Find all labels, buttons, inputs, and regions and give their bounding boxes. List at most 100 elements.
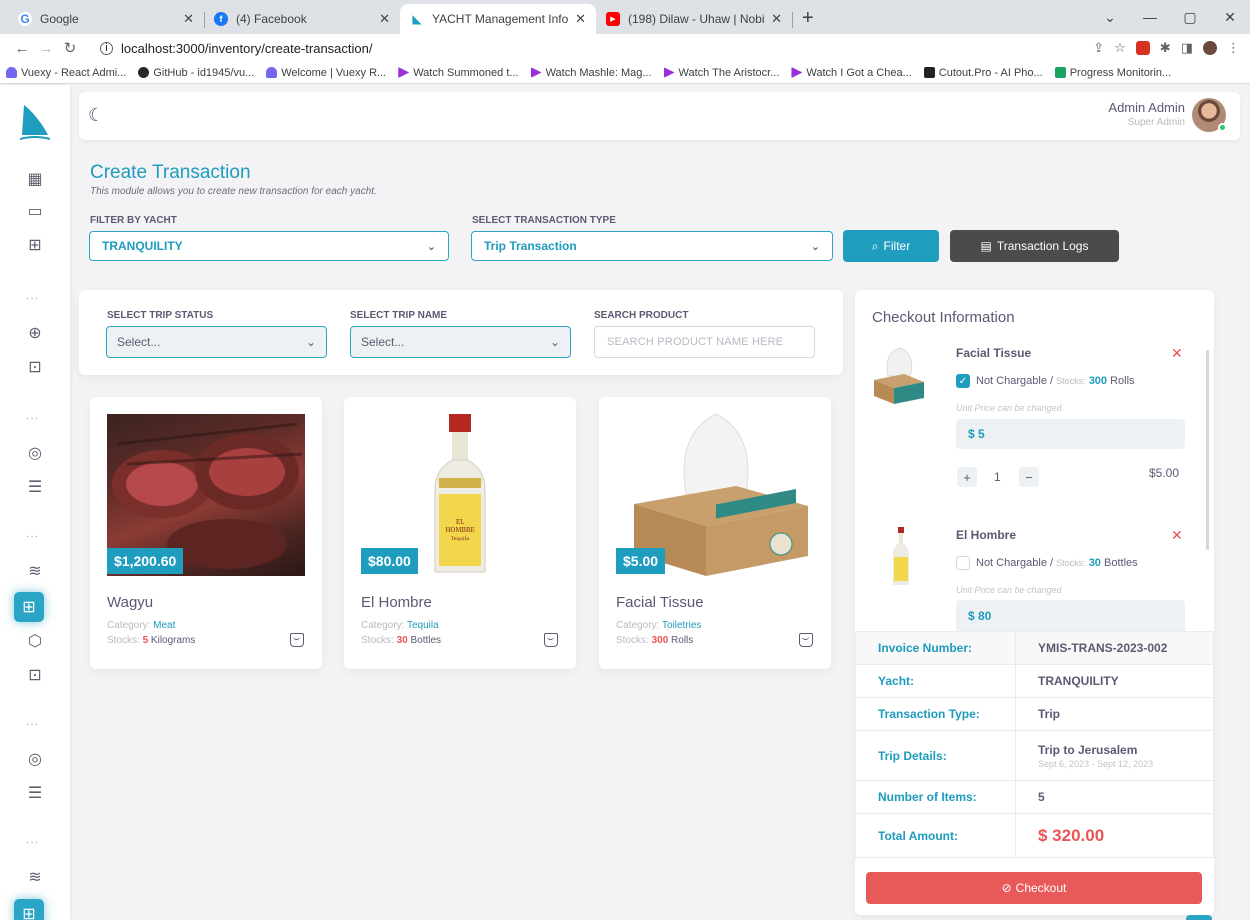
profile-icon[interactable] (1203, 41, 1217, 55)
trip-status-select[interactable]: Select... ⌄ (106, 326, 327, 358)
not-chargable-label: Not Chargable / (976, 557, 1054, 569)
share-icon[interactable]: ⇪ (1093, 40, 1104, 56)
folder-plus-icon-active[interactable]: ⊞ (14, 899, 44, 920)
bookmark-label: GitHub - id1945/vu... (153, 66, 255, 79)
not-chargable-checkbox[interactable]: ✓ (956, 374, 970, 388)
close-tab-icon[interactable]: ✕ (379, 11, 390, 27)
transaction-logs-button[interactable]: ▤ Transaction Logs (950, 230, 1119, 262)
restore-icon[interactable]: ▢ (1170, 9, 1210, 26)
map-icon[interactable]: ⊞ (23, 233, 47, 257)
close-tab-icon[interactable]: ✕ (183, 11, 194, 27)
shopping-bag-icon[interactable] (544, 633, 558, 647)
close-tab-icon[interactable]: ✕ (771, 11, 782, 27)
list-icon[interactable]: ☰ (23, 475, 47, 499)
transaction-type-label: Transaction Type: (855, 697, 1016, 731)
transaction-type-value: Trip (1015, 697, 1214, 731)
puzzle-icon[interactable]: ✱ (1160, 40, 1171, 56)
new-tab-button[interactable]: + (792, 7, 824, 34)
location-pin-icon[interactable]: ◎ (23, 441, 47, 465)
browser-tab[interactable]: f (4) Facebook ✕ (204, 4, 400, 34)
chevron-down-icon: ⌄ (305, 335, 316, 349)
trip-name-label: SELECT TRIP NAME (350, 310, 448, 321)
search-product-input[interactable]: SEARCH PRODUCT NAME HERE (594, 326, 815, 358)
stock-quantity: 300 (1088, 375, 1108, 387)
remove-item-icon[interactable]: ✕ (1171, 527, 1183, 544)
extension-icon[interactable] (1135, 41, 1150, 55)
globe-icon[interactable]: ⊕ (23, 321, 47, 345)
reload-icon[interactable]: ↻ (58, 39, 82, 57)
product-card[interactable]: EL HOMBRE Tequila $80.00 El Hombre Categ… (344, 397, 576, 669)
yacht-filter-label: FILTER BY YACHT (90, 215, 177, 226)
minimize-icon[interactable]: — (1130, 9, 1170, 25)
transaction-type-select[interactable]: Trip Transaction ⌄ (471, 231, 833, 261)
browser-tab[interactable]: ▶ (198) Dilaw - Uhaw | Nobita Deco ✕ (596, 4, 793, 34)
table-row: Trip Details: Trip to Jerusalem Sept 6, … (855, 730, 1214, 781)
avatar[interactable] (1192, 98, 1227, 132)
unit-price-input[interactable]: $ 80 (956, 600, 1185, 631)
bookmark[interactable]: Watch The Aristocr... (663, 67, 779, 79)
location-pin-icon[interactable]: ◎ (23, 747, 47, 771)
close-tab-icon[interactable]: ✕ (575, 11, 586, 27)
layers-icon[interactable]: ≋ (23, 865, 47, 889)
bookmark[interactable]: GitHub - id1945/vu... (138, 67, 254, 79)
bookmark[interactable]: Watch Summoned t... (398, 67, 519, 79)
yacht-select[interactable]: TRANQUILITY ⌄ (89, 231, 449, 261)
folder-plus-icon[interactable]: ⊡ (23, 663, 47, 687)
shopping-bag-icon[interactable] (290, 633, 304, 647)
back-icon[interactable]: ← (10, 40, 34, 57)
shopping-bag-icon[interactable] (799, 633, 813, 647)
unit-price-note: Unit Price can be changed (956, 585, 1062, 595)
bookmark[interactable]: Watch Mashle: Mag... (530, 66, 652, 79)
checkout-items-scrollbar[interactable] (1206, 350, 1209, 550)
sidepanel-icon[interactable]: ◨ (1181, 40, 1193, 56)
video-icon[interactable]: ▭ (23, 199, 47, 223)
list-icon[interactable]: ☰ (23, 781, 47, 805)
info-icon[interactable]: i (100, 41, 113, 55)
bookmark-label: Watch Mashle: Mag... (545, 66, 652, 79)
browser-tab-active[interactable]: ◣ YACHT Management Information ✕ (400, 4, 596, 34)
menu-icon[interactable]: ⋮ (1227, 40, 1240, 56)
trip-dates: Sept 6, 2023 - Sept 12, 2023 (1038, 758, 1154, 769)
close-window-icon[interactable]: ✕ (1210, 9, 1250, 26)
folder-plus-icon-active[interactable]: ⊞ (14, 592, 44, 622)
layers-icon[interactable]: ≋ (23, 559, 47, 583)
filter-button[interactable]: ⌕ Filter (843, 230, 939, 262)
product-card[interactable]: $5.00 Facial Tissue Category: Toiletries… (599, 397, 831, 669)
bookmark[interactable]: Progress Monitorin... (1054, 67, 1171, 79)
browser-tab[interactable]: G Google ✕ (8, 4, 205, 34)
bookmark-label: Cutout.Pro - AI Pho... (938, 66, 1043, 79)
tab-search-icon[interactable]: ⌄ (1090, 9, 1130, 26)
checkout-summary-table: Invoice Number: YMIS-TRANS-2023-002 Yach… (855, 631, 1214, 858)
url-field[interactable]: i localhost:3000/inventory/create-transa… (90, 36, 1093, 60)
trip-name-select[interactable]: Select... ⌄ (350, 326, 571, 358)
bookmark[interactable]: Watch I Got a Chea... (791, 66, 912, 79)
section-dots: ··· (26, 837, 39, 848)
decrease-quantity-button[interactable]: − (1019, 467, 1039, 487)
increase-quantity-button[interactable]: + (957, 467, 977, 487)
section-dots: ··· (26, 719, 39, 730)
url-text: localhost:3000/inventory/create-transact… (121, 40, 373, 56)
stock-unit: Rolls (671, 635, 694, 646)
dark-mode-moon-icon[interactable]: ☾ (88, 105, 108, 125)
table-row: Number of Items: 5 (855, 780, 1214, 814)
remove-item-icon[interactable]: ✕ (1171, 345, 1183, 362)
star-icon[interactable]: ☆ (1114, 40, 1126, 56)
folder-plus-icon[interactable]: ⊡ (23, 355, 47, 379)
bookmark[interactable]: Vuexy - React Admi... (6, 67, 126, 79)
user-info[interactable]: Admin Admin Super Admin (1108, 100, 1185, 128)
scroll-to-top-button[interactable] (1186, 915, 1212, 920)
box-icon[interactable]: ⬡ (23, 629, 47, 653)
progress-icon (1054, 67, 1066, 78)
tab-title: Google (40, 12, 79, 26)
bookmark-label: Watch I Got a Chea... (806, 66, 912, 79)
forward-icon[interactable]: → (34, 40, 58, 57)
yacht-logo[interactable] (18, 103, 52, 143)
stocks-label: Stocks: (616, 635, 649, 646)
not-chargable-checkbox[interactable] (956, 556, 970, 570)
dashboard-grid-icon[interactable]: ▦ (23, 167, 47, 191)
bookmark[interactable]: Welcome | Vuexy R... (266, 67, 386, 79)
checkout-button[interactable]: ⊘ Checkout (866, 872, 1202, 904)
bookmark[interactable]: Cutout.Pro - AI Pho... (923, 66, 1043, 79)
product-card[interactable]: $1,200.60 Wagyu Category: Meat Stocks: 5… (90, 397, 322, 669)
unit-price-input[interactable]: $ 5 (956, 419, 1185, 449)
